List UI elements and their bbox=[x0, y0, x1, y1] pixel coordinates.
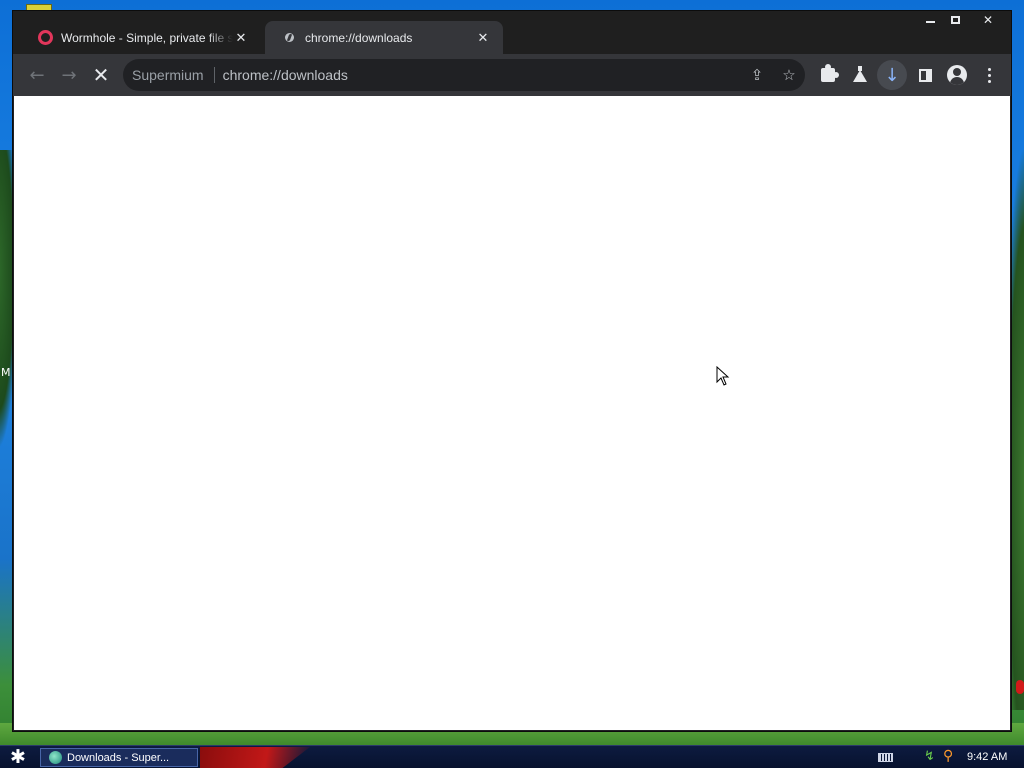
flask-icon bbox=[853, 66, 867, 82]
minimize-button[interactable] bbox=[917, 11, 943, 29]
supermium-app-icon bbox=[49, 751, 62, 764]
stop-loading-button[interactable]: ✕ bbox=[87, 61, 115, 89]
extensions-button[interactable] bbox=[814, 61, 842, 89]
avatar-icon bbox=[947, 65, 967, 85]
tab-downloads[interactable]: chrome://downloads ✕ bbox=[265, 21, 503, 54]
close-window-button[interactable]: ✕ bbox=[973, 11, 1003, 29]
taskbar: ✱ Downloads - Super... ↯ ⚲ 9:42 AM bbox=[0, 745, 1024, 768]
globe-icon bbox=[281, 30, 297, 46]
tab-wormhole[interactable]: Wormhole - Simple, private file sharing … bbox=[21, 21, 261, 54]
omnibox-separator bbox=[213, 67, 215, 83]
start-button[interactable]: ✱ bbox=[6, 747, 30, 767]
bookmark-star-icon[interactable]: ☆ bbox=[779, 65, 799, 85]
taskbar-item-label: Downloads - Super... bbox=[67, 751, 170, 764]
downloads-button[interactable]: ↓ bbox=[877, 60, 907, 90]
desktop-side-label: M bbox=[1, 366, 11, 379]
profile-button[interactable] bbox=[943, 61, 971, 89]
puzzle-icon bbox=[821, 64, 839, 82]
tab-title: Wormhole - Simple, private file sharing bbox=[61, 30, 233, 45]
share-icon[interactable]: ⇪ bbox=[747, 65, 767, 85]
taskbar-decoration bbox=[200, 747, 310, 768]
browser-chip: Supermium bbox=[132, 67, 204, 83]
url-text[interactable]: chrome://downloads bbox=[223, 67, 348, 83]
wallpaper-flower bbox=[1016, 680, 1024, 694]
clock[interactable]: 9:42 AM bbox=[967, 751, 1007, 763]
wormhole-favicon-icon bbox=[37, 30, 53, 46]
close-icon: ✕ bbox=[982, 13, 994, 27]
forward-button[interactable]: → bbox=[55, 61, 83, 89]
side-panel-button[interactable] bbox=[911, 61, 939, 89]
labs-button[interactable] bbox=[846, 61, 874, 89]
maximize-button[interactable] bbox=[942, 11, 968, 29]
address-bar[interactable]: Supermium chrome://downloads ⇪ ☆ bbox=[123, 59, 805, 91]
browser-window: ✕ Wormhole - Simple, private file sharin… bbox=[12, 10, 1012, 732]
more-vert-icon bbox=[987, 67, 991, 83]
maximize-icon bbox=[950, 16, 960, 24]
search-icon[interactable]: ⚲ bbox=[943, 748, 953, 764]
tab-close-button[interactable]: ✕ bbox=[233, 30, 249, 46]
network-icon[interactable]: ↯ bbox=[924, 749, 935, 764]
tab-title: chrome://downloads bbox=[305, 30, 413, 45]
side-panel-icon bbox=[918, 68, 932, 82]
keyboard-icon[interactable] bbox=[878, 753, 893, 762]
page-content bbox=[14, 96, 1010, 730]
minimize-icon bbox=[925, 21, 935, 23]
taskbar-item-downloads[interactable]: Downloads - Super... bbox=[40, 748, 198, 767]
tab-close-button[interactable]: ✕ bbox=[475, 30, 491, 46]
browser-menu-button[interactable] bbox=[975, 61, 1003, 89]
mouse-pointer-icon bbox=[716, 366, 730, 386]
back-button[interactable]: ← bbox=[23, 61, 51, 89]
title-bar: ✕ Wormhole - Simple, private file sharin… bbox=[13, 11, 1011, 54]
browser-toolbar: ← → ✕ Supermium chrome://downloads ⇪ ☆ ↓ bbox=[13, 54, 1011, 96]
